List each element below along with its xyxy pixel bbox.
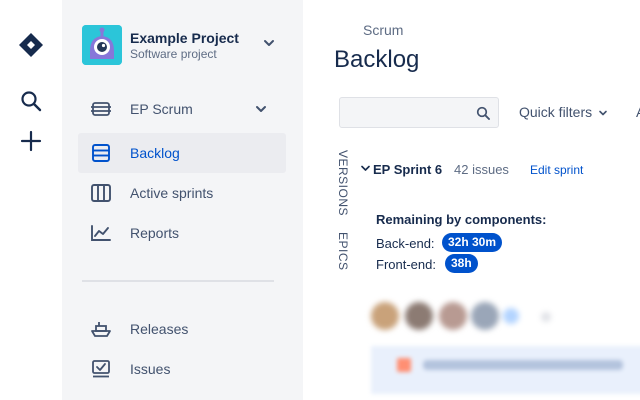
edit-sprint-link[interactable]: Edit sprint xyxy=(530,163,583,177)
project-name: Example Project xyxy=(130,30,239,46)
project-type: Software project xyxy=(130,47,217,61)
chevron-down-icon xyxy=(599,110,607,116)
sidebar-item-active-sprints[interactable]: Active sprints xyxy=(78,173,286,213)
time-badge: 38h xyxy=(445,254,478,273)
board-icon xyxy=(91,102,111,116)
remaining-title: Remaining by components: xyxy=(376,212,547,227)
plus-icon[interactable] xyxy=(20,130,42,152)
chevron-down-icon xyxy=(264,40,274,46)
sidebar-item-label: Backlog xyxy=(130,145,180,161)
columns-icon xyxy=(91,184,111,202)
truncated-filter[interactable]: A xyxy=(636,104,640,120)
sidebar-item-label: Active sprints xyxy=(130,185,214,201)
issues-icon xyxy=(92,360,110,378)
time-badge: 32h 30m xyxy=(442,233,503,252)
search-field[interactable] xyxy=(339,97,499,128)
issue-type-icon xyxy=(397,358,411,372)
sprint-name: EP Sprint 6 xyxy=(373,162,443,177)
component-label: Front-end: xyxy=(376,257,436,272)
sidebar-item-backlog[interactable]: Backlog xyxy=(78,133,286,173)
backlog-icon xyxy=(92,144,110,162)
project-sidebar: Example Project Software project EP Scru… xyxy=(62,0,303,400)
component-label: Back-end: xyxy=(376,236,435,251)
project-switcher[interactable]: Example Project Software project xyxy=(82,24,282,66)
ship-icon xyxy=(91,322,111,337)
sidebar-item-releases[interactable]: Releases xyxy=(78,309,286,349)
board-switcher[interactable]: EP Scrum xyxy=(78,89,286,129)
page-title: Backlog xyxy=(334,46,420,73)
quick-filters-button[interactable]: Quick filters xyxy=(519,104,592,120)
issue-row[interactable] xyxy=(371,346,640,394)
epics-tab[interactable]: EPICS xyxy=(336,232,350,271)
board-switcher-label: EP Scrum xyxy=(130,101,193,117)
search-icon[interactable] xyxy=(20,90,42,112)
versions-tab[interactable]: VERSIONS xyxy=(336,150,350,216)
sidebar-item-label: Issues xyxy=(130,361,171,377)
chevron-down-icon xyxy=(256,106,266,112)
sidebar-divider xyxy=(82,280,274,282)
issue-summary xyxy=(423,360,623,370)
search-input[interactable] xyxy=(346,104,466,122)
sidebar-item-reports[interactable]: Reports xyxy=(78,213,286,253)
chevron-down-icon[interactable] xyxy=(361,164,370,173)
chart-icon xyxy=(91,225,111,241)
sidebar-item-label: Reports xyxy=(130,225,180,241)
breadcrumb[interactable]: Scrum xyxy=(363,22,403,38)
sidebar-item-issues[interactable]: Issues xyxy=(78,349,286,389)
sidebar-item-label: Releases xyxy=(130,321,189,337)
search-icon xyxy=(476,106,490,120)
sprint-issue-count: 42 issues xyxy=(454,162,509,177)
global-nav xyxy=(0,0,62,400)
product-diamond-icon[interactable] xyxy=(18,32,44,58)
main-content: Scrum Backlog Quick filters A VERSIONS E… xyxy=(303,0,640,400)
assignee-avatars xyxy=(371,298,601,338)
robot-avatar-icon xyxy=(82,25,122,65)
